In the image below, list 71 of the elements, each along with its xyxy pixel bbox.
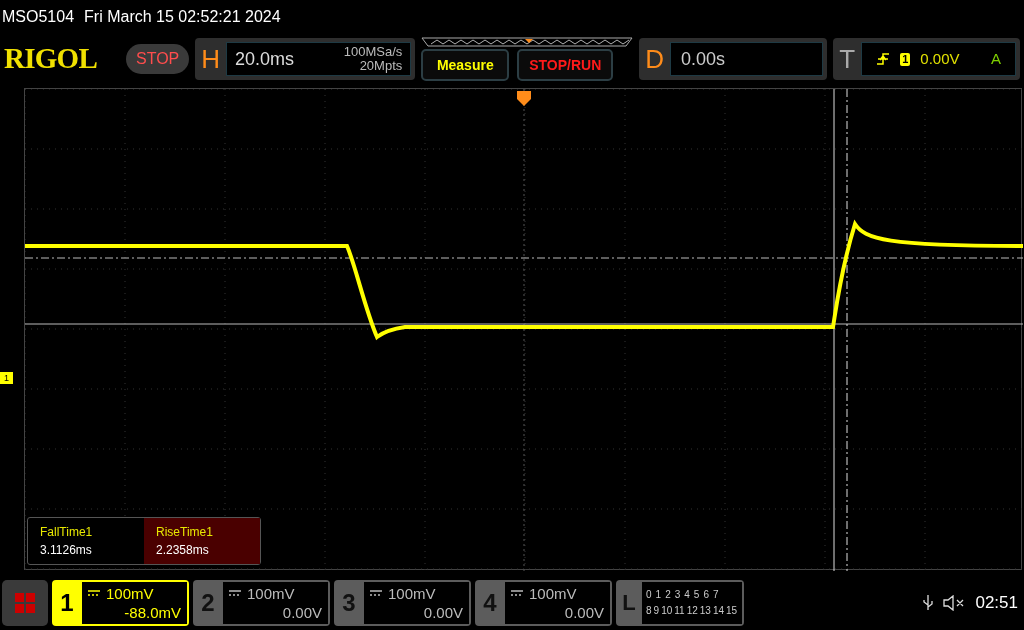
date-time: Fri March 15 02:52:21 2024 xyxy=(84,6,281,27)
trigger-position-icon xyxy=(517,91,531,106)
trigger-mode: A xyxy=(991,48,1001,69)
timebase-value: 20.0ms xyxy=(235,47,295,71)
logic-bit: 3 xyxy=(674,587,681,602)
channel-scale: 100mV xyxy=(247,583,295,603)
logic-bit: 2 xyxy=(665,587,671,602)
logic-bit: 9 xyxy=(653,603,660,618)
measurement-item[interactable]: RiseTime1 2.2358ms xyxy=(144,518,260,564)
muted-speaker-icon xyxy=(943,594,966,611)
channel-panel[interactable]: 2 100mV 0.00V xyxy=(193,579,330,626)
brand-logo: RIGOL xyxy=(4,41,99,77)
measurement-value: 2.2358ms xyxy=(156,542,210,559)
channel-number: 1 xyxy=(59,587,75,618)
logic-bit: 6 xyxy=(703,587,709,602)
trigger-source-badge: 1 xyxy=(900,52,911,66)
channel-offset: 0.00V xyxy=(564,602,604,622)
trigger-panel[interactable]: T 1 0.00V A xyxy=(833,38,1020,80)
channel-offset: 0.00V xyxy=(282,602,322,622)
logic-bit: 12 xyxy=(686,603,698,618)
horizontal-label: H xyxy=(201,42,221,76)
channel-offset: -88.0mV xyxy=(124,602,181,622)
trigger-level: 0.00V xyxy=(920,48,960,69)
channel-panel[interactable]: 4 100mV 0.00V xyxy=(475,579,612,626)
trigger-label: T xyxy=(839,42,856,76)
channel-offset: 0.00V xyxy=(423,602,463,622)
dc-coupling-icon xyxy=(229,590,241,596)
logic-bit: 7 xyxy=(712,587,719,602)
memory-overview-icon xyxy=(421,37,634,47)
grid-icon xyxy=(14,591,36,614)
channel-panel[interactable]: 3 100mV 0.00V xyxy=(334,579,471,626)
channel-number: 4 xyxy=(482,587,498,618)
measurement-name: RiseTime1 xyxy=(156,524,214,541)
logic-label: L xyxy=(621,589,637,617)
measurement-value: 3.1126ms xyxy=(40,542,93,559)
channel-marker: 1 xyxy=(0,372,13,384)
logic-bit: 13 xyxy=(699,603,711,618)
channel-number: 2 xyxy=(200,587,216,618)
dc-coupling-icon xyxy=(370,590,382,596)
dc-coupling-icon xyxy=(511,590,523,596)
dc-coupling-icon xyxy=(88,590,100,596)
delay-label: D xyxy=(645,42,665,76)
sample-rate: 100MSa/s xyxy=(343,45,403,59)
logic-bit: 10 xyxy=(661,603,673,618)
logic-bit: 1 xyxy=(655,587,662,602)
delay-value: 0.00s xyxy=(681,47,726,71)
horizontal-panel[interactable]: H 20.0ms 100MSa/s 20Mpts xyxy=(195,38,416,80)
channel-scale: 100mV xyxy=(106,583,154,603)
model-name: MSO5104 xyxy=(2,6,75,27)
logic-bit: 4 xyxy=(684,587,690,602)
rising-edge-icon xyxy=(876,52,891,66)
channel-number: 3 xyxy=(341,587,357,618)
logic-bit: 15 xyxy=(726,603,738,618)
measure-button[interactable]: Measure xyxy=(421,49,510,81)
channel-scale: 100mV xyxy=(529,583,577,603)
usb-icon xyxy=(923,594,934,611)
stop-run-button[interactable]: STOP/RUN xyxy=(517,49,614,81)
measurement-name: FallTime1 xyxy=(40,524,94,541)
menu-button[interactable] xyxy=(2,579,48,626)
logic-bit: 5 xyxy=(693,587,700,602)
measurement-item[interactable]: FallTime1 3.1126ms xyxy=(28,518,144,564)
logic-panel[interactable]: L 0 1 2 3 4 5 6 7 8 9 10 11 12 13 14 15 xyxy=(616,579,744,626)
memory-depth: 20Mpts xyxy=(359,59,403,73)
logic-bit: 11 xyxy=(674,603,685,618)
logic-bit: 0 xyxy=(646,587,652,602)
channel-panel[interactable]: 1 100mV -88.0mV xyxy=(52,579,189,626)
logic-bit: 8 xyxy=(646,603,652,618)
delay-panel[interactable]: D 0.00s xyxy=(639,38,828,80)
logic-bit: 14 xyxy=(712,603,724,618)
channel-scale: 100mV xyxy=(388,583,436,603)
clock: 02:51 xyxy=(975,591,1018,614)
